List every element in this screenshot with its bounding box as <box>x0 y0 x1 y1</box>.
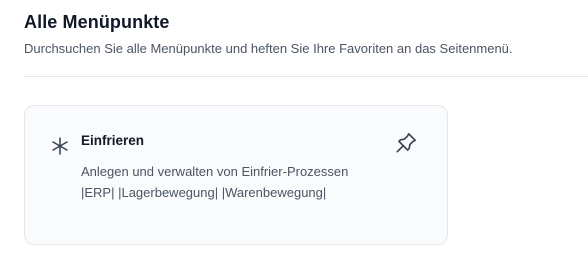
menu-item-card-einfrieren[interactable]: Einfrieren Anlegen und verwalten von Ein… <box>24 105 448 245</box>
snowflake-icon <box>50 136 70 156</box>
menu-item-title: Einfrieren <box>81 133 145 148</box>
header-divider <box>24 76 588 77</box>
all-menu-items-page: Alle Menüpunkte Durchsuchen Sie alle Men… <box>0 0 588 268</box>
menu-item-description: Anlegen und verwalten von Einfrier-Proze… <box>81 164 349 200</box>
pin-icon <box>393 132 419 159</box>
page-title: Alle Menüpunkte <box>24 12 170 32</box>
page-subtitle: Durchsuchen Sie alle Menüpunkte und heft… <box>24 41 513 56</box>
pin-button[interactable] <box>393 130 419 156</box>
